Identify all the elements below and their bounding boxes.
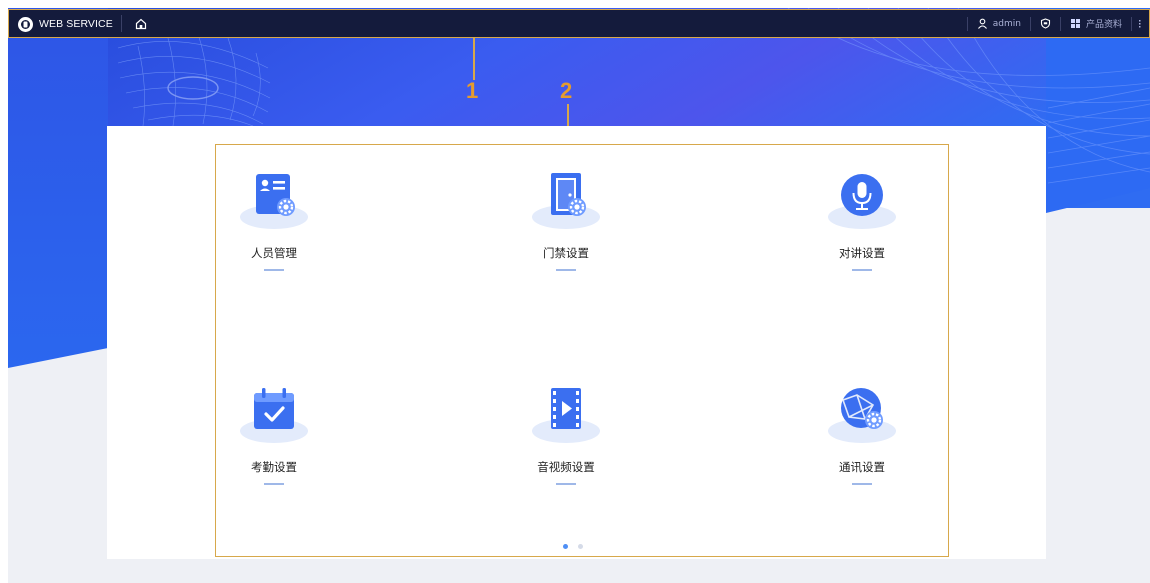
top-navigation-bar: WEB SERVICE admin 产品资料 xyxy=(8,9,1150,38)
home-icon[interactable] xyxy=(134,16,148,30)
more-icon xyxy=(1139,20,1141,28)
person-card-settings-icon xyxy=(239,171,309,233)
page: WEB SERVICE admin 产品资料 1 2 人员管理 门禁设置 对讲设… xyxy=(0,0,1150,583)
topbar-right-actions: admin 产品资料 xyxy=(966,9,1150,38)
menu-tile-underline xyxy=(852,483,872,485)
brand-home-link[interactable]: WEB SERVICE xyxy=(18,16,113,32)
user-name: admin xyxy=(992,18,1021,29)
menu-tile-label: 音视频设置 xyxy=(537,460,595,474)
menu-tile-attendance[interactable]: 考勤设置 xyxy=(199,385,349,515)
menu-tile-network[interactable]: 通讯设置 xyxy=(787,385,937,515)
menu-tile-label: 通讯设置 xyxy=(839,460,885,474)
menu-tile-underline xyxy=(264,269,284,271)
video-film-icon xyxy=(531,385,601,447)
user-icon xyxy=(977,18,987,29)
product-info-button[interactable]: 产品资料 xyxy=(1061,9,1131,38)
pagination-dot-2[interactable] xyxy=(578,544,583,549)
menu-tile-audio-video[interactable]: 音视频设置 xyxy=(491,385,641,515)
grid-icon xyxy=(1070,19,1080,28)
menu-tile-underline xyxy=(556,483,576,485)
menu-tile-label: 对讲设置 xyxy=(839,246,885,260)
annotation-number-1: 1 xyxy=(466,78,479,103)
pagination-dots xyxy=(563,544,583,549)
security-button[interactable] xyxy=(1031,9,1060,38)
calendar-check-icon xyxy=(239,385,309,447)
microphone-icon xyxy=(827,171,897,233)
menu-tile-label: 人员管理 xyxy=(251,246,297,260)
menu-tile-intercom[interactable]: 对讲设置 xyxy=(787,171,937,301)
menu-tile-label: 门禁设置 xyxy=(543,246,589,260)
menu-tile-underline xyxy=(556,269,576,271)
topbar-divider xyxy=(121,15,122,32)
annotation-number-2: 2 xyxy=(560,78,573,103)
menu-tile-label: 考勤设置 xyxy=(251,460,297,474)
menu-tile-underline xyxy=(264,483,284,485)
globe-settings-icon xyxy=(827,385,897,447)
menu-tile-personnel[interactable]: 人员管理 xyxy=(199,171,349,301)
user-menu[interactable]: admin xyxy=(968,9,1030,38)
pagination-dot-1[interactable] xyxy=(563,544,568,549)
brand-logo-icon xyxy=(18,16,33,32)
app-title: WEB SERVICE xyxy=(39,18,113,30)
annotation-leader-1 xyxy=(473,38,475,80)
door-settings-icon xyxy=(531,171,601,233)
menu-tile-underline xyxy=(852,269,872,271)
more-menu-button[interactable] xyxy=(1132,9,1150,38)
product-info-label: 产品资料 xyxy=(1085,20,1122,30)
shield-icon xyxy=(1040,18,1051,29)
menu-tile-access-control[interactable]: 门禁设置 xyxy=(491,171,641,301)
